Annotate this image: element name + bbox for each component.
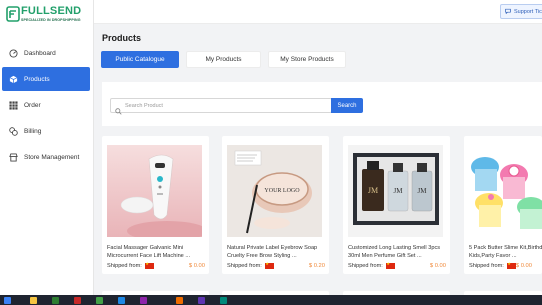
search-field[interactable]	[110, 98, 332, 115]
sidebar-item-label: Store Management	[24, 153, 80, 161]
sidebar-item-label: Products	[24, 75, 50, 83]
svg-text:JM: JM	[368, 186, 378, 195]
product-price: $ 0.00	[515, 263, 532, 269]
shipped-from: Shipped from:	[469, 261, 516, 269]
sidebar-item-store-management[interactable]: Store Management	[2, 146, 90, 168]
app-icon[interactable]	[220, 297, 227, 304]
speedometer-icon	[9, 48, 18, 58]
app-icon[interactable]	[198, 297, 205, 304]
sidebar: FULLSEND SPECIALIZED IN DROPSHIPPING Das…	[0, 0, 94, 295]
product-name: Natural Private Label Eyebrow Soap Cruel…	[227, 245, 318, 259]
shipped-from: Shipped from:	[227, 261, 274, 269]
product-card[interactable]: Facial Massager Galvanic Mini Microcurre…	[102, 136, 209, 274]
search-panel: Search	[102, 82, 542, 126]
sidebar-item-billing[interactable]: Billing	[2, 120, 90, 142]
fullsend-logo-icon	[6, 6, 20, 22]
support-ticket-button[interactable]: Support Tic	[500, 4, 542, 19]
coins-icon	[9, 126, 18, 136]
excel-icon[interactable]	[52, 297, 59, 304]
store-icon	[9, 152, 18, 162]
app-icon[interactable]	[118, 297, 125, 304]
acrobat-icon[interactable]	[74, 297, 81, 304]
shipped-from-label: Shipped from:	[469, 263, 504, 269]
product-image-eyebrow-soap: YOUR LOGO	[227, 145, 322, 237]
shipped-from-label: Shipped from:	[107, 263, 142, 269]
top-bar: Support Tic	[94, 0, 542, 24]
product-price: $ 0.20	[308, 263, 325, 269]
product-price: $ 0.00	[429, 263, 446, 269]
tab-public-catalogue[interactable]: Public Catalogue	[101, 51, 179, 68]
app-icon[interactable]	[140, 297, 147, 304]
shipped-from-label: Shipped from:	[348, 263, 383, 269]
grid-icon	[9, 100, 18, 110]
sidebar-item-label: Dashboard	[24, 49, 56, 57]
product-card[interactable]: JM JM JM Customized Long Lasting Smell 3…	[343, 136, 450, 274]
product-image-perfume-set: JM JM JM	[348, 145, 443, 237]
page-title: Products	[102, 33, 142, 43]
product-image-facial-massager	[107, 145, 202, 237]
svg-text:JM: JM	[418, 187, 428, 195]
product-image-slime-kit	[469, 145, 542, 237]
product-name: Facial Massager Galvanic Mini Microcurre…	[107, 245, 191, 259]
china-flag-icon	[264, 261, 274, 269]
brand-name: FULLSEND	[21, 5, 82, 17]
app-icon[interactable]	[176, 297, 183, 304]
product-price: $ 0.00	[188, 263, 205, 269]
sidebar-item-label: Order	[24, 101, 41, 109]
tab-my-store-products[interactable]: My Store Products	[268, 51, 346, 68]
search-icon	[115, 102, 122, 115]
tab-my-products[interactable]: My Products	[186, 51, 261, 68]
shipped-from: Shipped from:	[107, 261, 154, 269]
chat-icon	[505, 8, 511, 16]
product-name: Customized Long Lasting Smell 3pcs 30ml …	[348, 245, 441, 259]
product-name: 5 Pack Butter Slime Kit,Birthday Gifts f…	[469, 245, 542, 259]
svg-text:JM: JM	[394, 187, 404, 195]
china-flag-icon	[506, 261, 516, 269]
sidebar-item-dashboard[interactable]: Dashboard	[2, 42, 90, 64]
search-button[interactable]: Search	[331, 98, 363, 113]
support-label: Support Tic	[514, 8, 542, 15]
sidebar-item-order[interactable]: Order	[2, 94, 90, 116]
search-input[interactable]	[125, 102, 315, 109]
os-taskbar	[0, 295, 542, 305]
sidebar-item-products[interactable]: Products	[2, 67, 90, 91]
shipped-from: Shipped from:	[348, 261, 395, 269]
svg-text:YOUR LOGO: YOUR LOGO	[264, 188, 300, 194]
start-icon[interactable]	[4, 297, 11, 304]
china-flag-icon	[144, 261, 154, 269]
brand-tagline: SPECIALIZED IN DROPSHIPPING	[21, 18, 81, 22]
product-card[interactable]: YOUR LOGO Natural Private Label Eyebrow …	[222, 136, 329, 274]
chrome-icon[interactable]	[96, 297, 103, 304]
product-card[interactable]: 5 Pack Butter Slime Kit,Birthday Gifts f…	[464, 136, 542, 274]
folder-icon[interactable]	[30, 297, 37, 304]
sidebar-item-label: Billing	[24, 127, 42, 135]
brand-logo[interactable]: FULLSEND SPECIALIZED IN DROPSHIPPING	[6, 5, 88, 27]
china-flag-icon	[385, 261, 395, 269]
cube-icon	[9, 75, 18, 84]
shipped-from-label: Shipped from:	[227, 263, 262, 269]
